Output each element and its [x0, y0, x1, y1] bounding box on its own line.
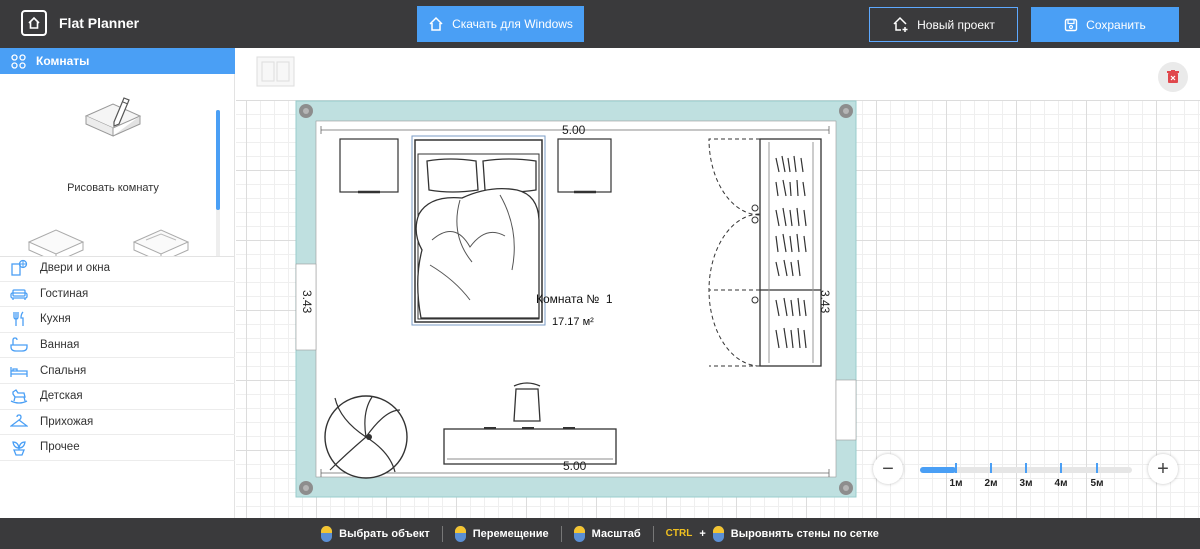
category-living-room[interactable]: Гостиная: [0, 282, 235, 308]
hint-move: Перемещение: [443, 525, 561, 542]
category-bathroom[interactable]: Ванная: [0, 333, 235, 359]
rocking-horse-icon: [10, 387, 28, 405]
category-hallway[interactable]: Прихожая: [0, 410, 235, 436]
ctrl-key-label: CTRL: [665, 528, 693, 539]
zoom-tick: [955, 463, 957, 473]
mouse-drag-icon: [454, 525, 466, 542]
hint-align-label: Выровнять стены по сетке: [730, 527, 879, 540]
sofa-icon: [10, 285, 28, 303]
room-name-label: Комната № 1: [536, 292, 613, 306]
door-window-icon: [10, 259, 28, 277]
new-project-button[interactable]: Новый проект: [869, 7, 1018, 42]
mouse-wheel-icon: [573, 525, 585, 542]
plus-sign: +: [699, 527, 706, 540]
dim-bottom-label: 5.00: [563, 459, 587, 473]
save-button[interactable]: Сохранить: [1031, 7, 1179, 42]
zoom-tick: [990, 463, 992, 473]
hint-scale-label: Масштаб: [591, 527, 641, 540]
hint-align: CTRL + Выровнять стены по сетке: [654, 525, 891, 542]
category-label: Кухня: [40, 313, 71, 326]
zoom-out-button[interactable]: −: [873, 454, 903, 484]
rooms-tab-label: Комнаты: [36, 54, 90, 68]
zoom-tick-label: 5м: [1090, 478, 1104, 489]
zoom-tick-label: 2м: [984, 478, 998, 489]
category-other[interactable]: Прочее: [0, 435, 235, 461]
download-windows-button[interactable]: Скачать для Windows: [417, 6, 584, 42]
zoom-tick: [1060, 463, 1062, 473]
mouse-left-click-icon: [712, 525, 724, 542]
draw-room-icon[interactable]: [82, 92, 144, 140]
top-bar: Flat Planner Скачать для Windows Новый п…: [0, 0, 1200, 48]
home-plus-icon: [893, 16, 908, 32]
room-template-icon[interactable]: [132, 222, 190, 257]
dim-right-label: 3.43: [818, 290, 832, 314]
nightstand-right: [557, 138, 612, 193]
plus-icon: +: [1157, 457, 1169, 480]
scrollbar-thumb[interactable]: [216, 110, 220, 210]
draw-room-label[interactable]: Рисовать комнату: [0, 182, 226, 194]
bed[interactable]: [411, 135, 546, 326]
zoom-tick-label: 4м: [1054, 478, 1068, 489]
zoom-tick-label: 3м: [1019, 478, 1033, 489]
category-label: Спальня: [40, 364, 87, 377]
plan-canvas[interactable]: 5.00 5.00 3.43 3.43 Комната № 1 17.17 м²: [236, 48, 1200, 518]
category-bedroom[interactable]: Спальня: [0, 358, 235, 384]
nightstand-left: [339, 138, 399, 193]
zoom-tick-label: 1м: [949, 478, 963, 489]
dim-left-label: 3.43: [300, 290, 314, 314]
zoom-tick: [1096, 463, 1098, 473]
home-icon: [429, 16, 443, 31]
room-template-icon[interactable]: [27, 222, 85, 257]
category-label: Прочее: [40, 441, 80, 454]
app-title: Flat Planner: [59, 15, 140, 31]
dim-top-label: 5.00: [562, 123, 586, 137]
category-list: Двери и окна Гостиная Кухня Ванная Спаль…: [0, 256, 235, 461]
save-label: Сохранить: [1086, 17, 1146, 32]
mouse-left-click-icon: [321, 525, 333, 542]
grid-icon: [11, 53, 26, 69]
hint-select: Выбрать объект: [309, 525, 442, 542]
rooms-panel: Рисовать комнату: [0, 74, 235, 257]
bean-bag[interactable]: [324, 395, 408, 479]
wall-opening-right: [835, 379, 857, 441]
bed-icon: [10, 362, 28, 380]
minus-icon: −: [882, 457, 894, 480]
category-kitchen[interactable]: Кухня: [0, 307, 235, 333]
category-label: Двери и окна: [40, 262, 110, 275]
hanger-icon: [10, 413, 28, 431]
hint-select-label: Выбрать объект: [339, 527, 430, 540]
hint-scale: Масштаб: [562, 525, 653, 542]
hint-move-label: Перемещение: [472, 527, 549, 540]
category-kids-room[interactable]: Детская: [0, 384, 235, 410]
plant-icon: [10, 438, 28, 457]
floor-plan[interactable]: [236, 48, 1200, 518]
zoom-tick: [1025, 463, 1027, 473]
cutlery-icon: [10, 310, 28, 328]
save-icon: [1064, 18, 1078, 31]
category-label: Прихожая: [40, 415, 94, 428]
bathtub-icon: [10, 336, 28, 354]
hint-bar: Выбрать объект Перемещение Масштаб CTRL …: [0, 518, 1200, 549]
home-logo-icon[interactable]: [21, 10, 47, 36]
category-label: Гостиная: [40, 287, 89, 300]
zoom-in-button[interactable]: +: [1148, 454, 1178, 484]
download-windows-label: Скачать для Windows: [452, 17, 573, 31]
rooms-tab[interactable]: Комнаты: [0, 48, 235, 74]
category-label: Ванная: [40, 339, 80, 352]
new-project-label: Новый проект: [917, 17, 995, 32]
room-area-label: 17.17 м²: [552, 316, 594, 328]
zoom-slider-fill: [920, 467, 956, 473]
sidebar: Комнаты Рисовать комнату Двери и окна Го…: [0, 48, 235, 518]
category-label: Детская: [40, 390, 83, 403]
category-doors-windows[interactable]: Двери и окна: [0, 256, 235, 282]
